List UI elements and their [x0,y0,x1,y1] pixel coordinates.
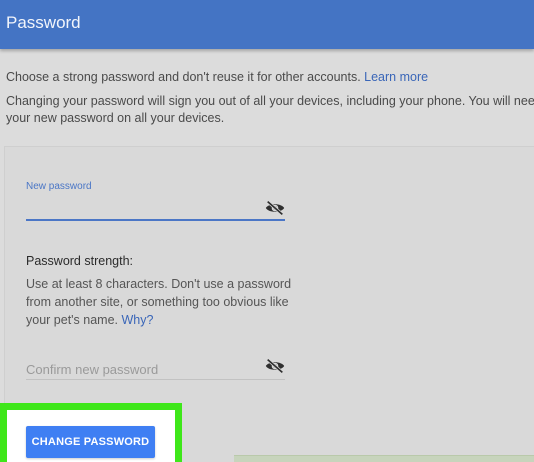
password-strength-hint: Use at least 8 characters. Don't use a p… [26,275,296,329]
password-strength-title: Password strength: [26,254,133,268]
confirm-password-input[interactable] [26,359,262,379]
change-password-button[interactable]: CHANGE PASSWORD [26,426,155,458]
intro-line-1: Choose a strong password and don't reuse… [6,70,534,84]
new-password-input[interactable] [26,197,262,219]
new-password-underline [26,219,285,221]
intro-line-3: your new password on all your devices. [6,111,225,125]
page-title: Password [6,13,81,32]
new-password-label: New password [26,181,92,192]
snackbar-edge [234,455,534,462]
confirm-password-underline [26,379,285,380]
app-header: Password [0,0,534,49]
visibility-off-icon[interactable] [264,200,286,216]
visibility-off-icon[interactable] [264,358,286,374]
intro-line-2: Changing your password will sign you out… [6,94,534,108]
learn-more-link[interactable]: Learn more [364,70,428,84]
intro-text: Choose a strong password and don't reuse… [6,70,365,84]
why-link[interactable]: Why? [122,313,154,327]
strength-hint-text: Use at least 8 characters. Don't use a p… [26,277,292,327]
